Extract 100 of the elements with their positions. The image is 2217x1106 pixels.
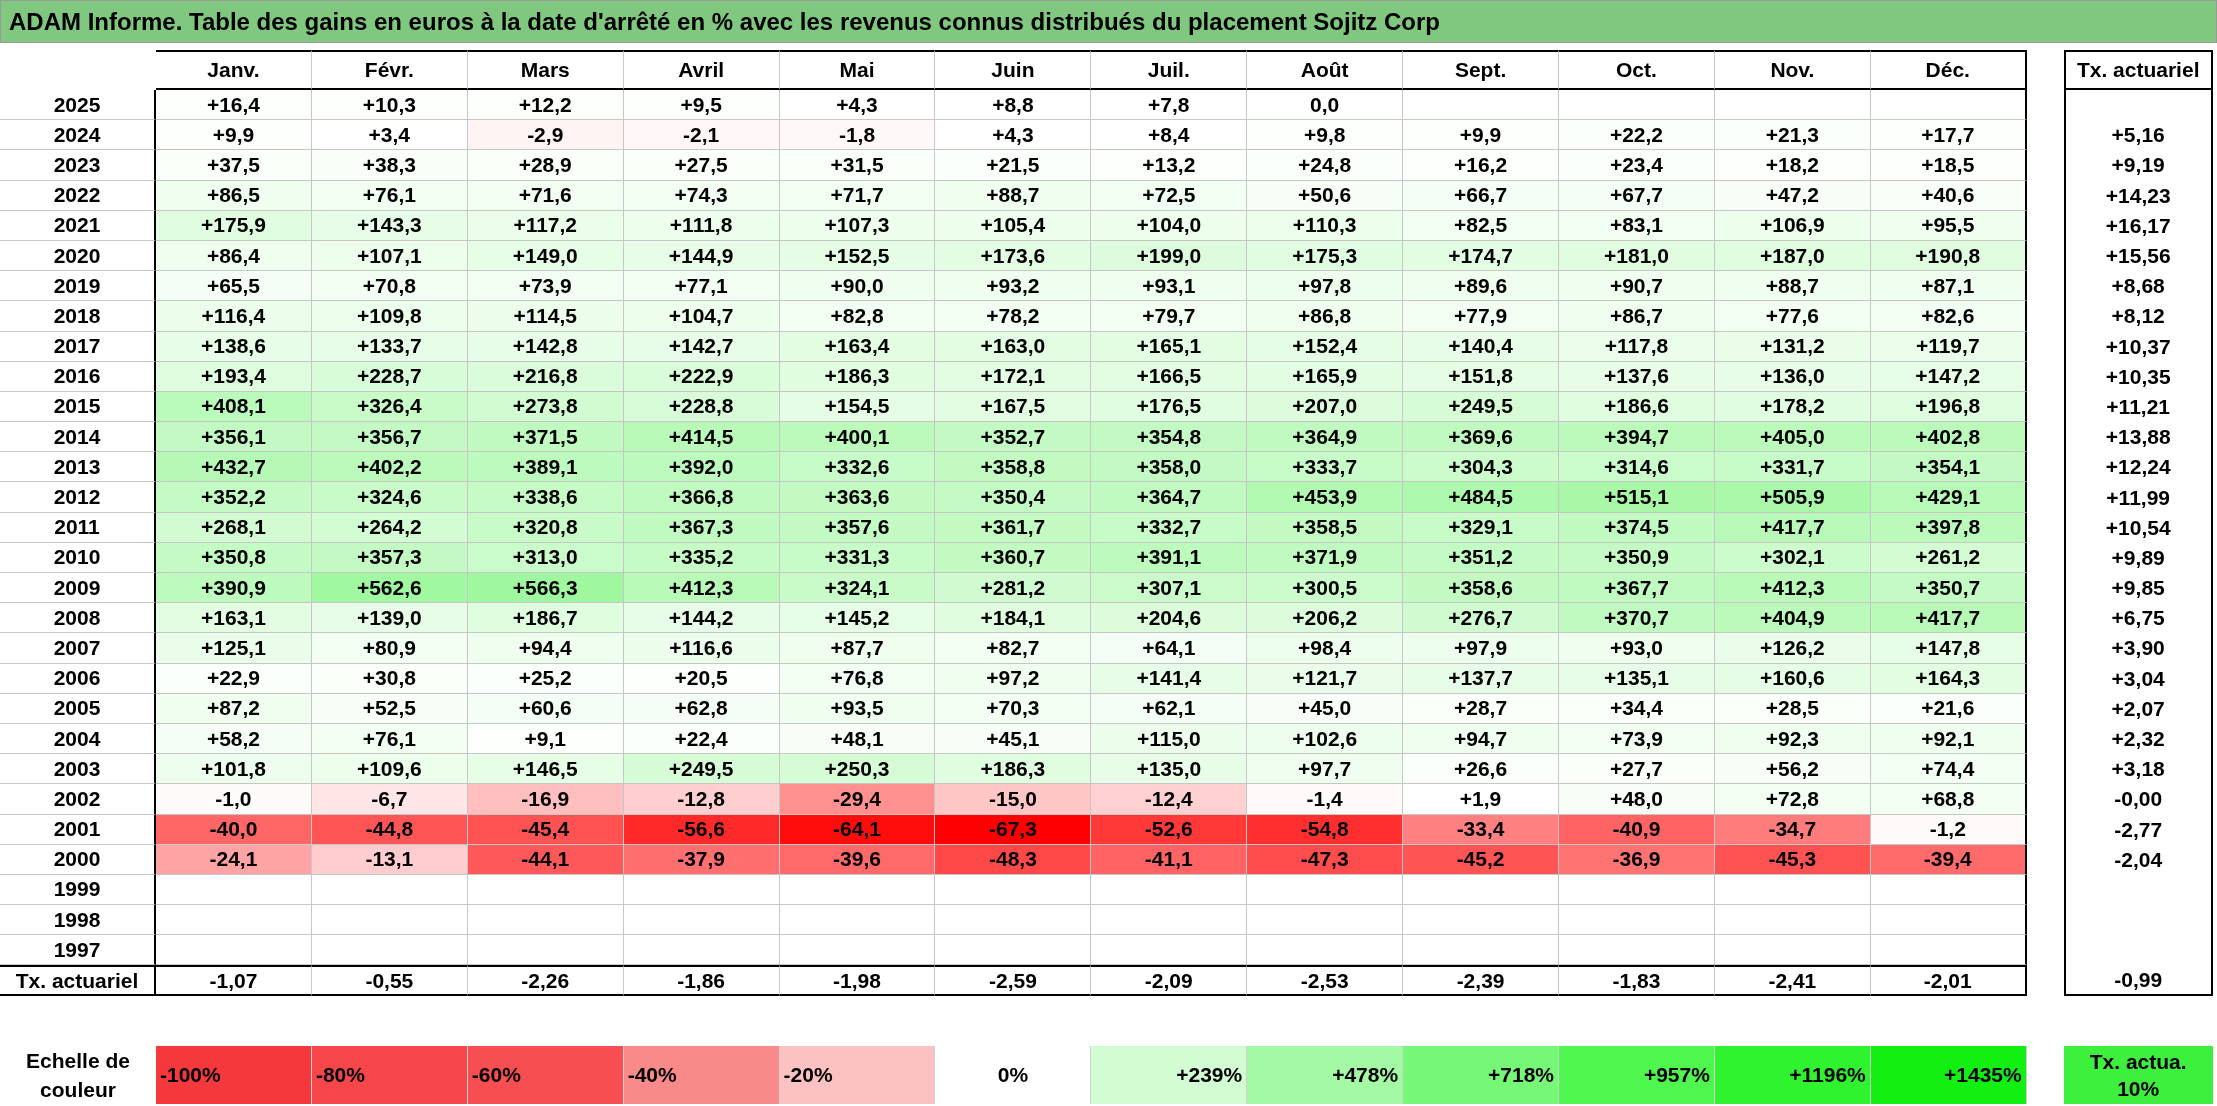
table-cell: -54,8	[1247, 814, 1404, 845]
table-cell: +350,7	[1870, 573, 2027, 604]
table-cell: +83,1	[1559, 210, 1715, 241]
table-cell: +404,9	[1714, 603, 1871, 634]
table-cell: +371,5	[467, 422, 624, 453]
rate-cell: +13,88	[2063, 422, 2213, 453]
table-cell: +139,0	[311, 603, 468, 634]
table-cell: +18,2	[1714, 150, 1871, 181]
scale-cell: -100%	[156, 1045, 312, 1104]
row-header: 1998	[0, 905, 156, 936]
table-cell: +142,8	[467, 331, 624, 362]
table-cell: -37,9	[623, 844, 780, 875]
table-cell: +82,8	[779, 301, 936, 332]
table-cell: -40,9	[1559, 814, 1715, 845]
table-cell: +163,1	[156, 603, 312, 634]
report-title: ADAM Informe. Table des gains en euros à la date d'arrêté en % avec les revenus connus distribués du placement Sojitz Corp	[0, 0, 2217, 43]
table-cell: +358,8	[935, 452, 1092, 483]
table-cell: +86,8	[1247, 301, 1404, 332]
rate-cell: +5,16	[2063, 120, 2213, 151]
table-cell: +86,4	[156, 240, 312, 272]
table-cell: +87,7	[779, 633, 936, 664]
table-cell: +174,7	[1403, 240, 1559, 272]
table-cell: +9,9	[1403, 120, 1559, 151]
table-cell: +48,1	[779, 723, 936, 755]
table-cell: +95,5	[1870, 210, 2027, 241]
table-cell: +351,2	[1403, 542, 1559, 573]
table-cell: -2,41	[1714, 965, 1871, 996]
table-cell: +60,6	[467, 693, 624, 724]
table-cell: +93,0	[1559, 633, 1715, 664]
table-cell: +140,4	[1403, 331, 1559, 362]
table-cell: +146,5	[467, 754, 624, 785]
table-cell: +73,9	[1559, 723, 1715, 755]
table-cell: +356,1	[156, 422, 312, 453]
rate-cell: -2,04	[2063, 844, 2213, 875]
table-cell: +152,4	[1247, 331, 1404, 362]
table-cell: +186,3	[779, 361, 936, 392]
table-cell: -12,8	[623, 784, 780, 815]
column-header: Nov.	[1714, 50, 1871, 90]
scale-cell: -60%	[467, 1045, 624, 1104]
table-cell: +94,4	[467, 633, 624, 664]
table-cell: +144,2	[623, 603, 780, 634]
table-cell: +228,8	[623, 391, 780, 423]
table-cell: +101,8	[156, 754, 312, 785]
table-cell: +28,5	[1714, 693, 1871, 724]
table-cell: +105,4	[935, 210, 1092, 241]
table-cell: +350,4	[935, 482, 1092, 513]
table-cell: +38,3	[311, 150, 468, 181]
table-cell: +190,8	[1870, 240, 2027, 272]
table-cell: +363,6	[779, 482, 936, 513]
table-cell: +71,6	[467, 180, 624, 211]
table-cell: +333,7	[1247, 452, 1404, 483]
scale-cell: -40%	[623, 1045, 780, 1104]
table-cell: +187,0	[1714, 240, 1871, 272]
table-cell: +370,7	[1559, 603, 1715, 634]
table-cell: +116,4	[156, 301, 312, 332]
table-cell: +358,6	[1403, 573, 1559, 604]
table-cell: +107,1	[311, 240, 468, 272]
scale-cell: +1196%	[1714, 1045, 1871, 1104]
table-cell: +31,5	[779, 150, 936, 181]
table-cell: +93,5	[779, 693, 936, 724]
column-header: Tx. actuariel	[2063, 50, 2213, 90]
rate-cell: +3,90	[2063, 633, 2213, 664]
table-cell: +276,7	[1403, 603, 1559, 634]
table-cell: +58,2	[156, 723, 312, 755]
table-cell: +21,5	[935, 150, 1092, 181]
column-header: Oct.	[1559, 50, 1715, 90]
table-cell: +324,6	[311, 482, 468, 513]
table-cell: +175,9	[156, 210, 312, 241]
table-cell: +16,2	[1403, 150, 1559, 181]
table-cell: -45,3	[1714, 844, 1871, 875]
table-cell: +87,2	[156, 693, 312, 724]
table-cell: -1,98	[779, 965, 936, 996]
table-cell: +147,8	[1870, 633, 2027, 664]
table-cell: +8,8	[935, 90, 1092, 121]
column-header: Sept.	[1403, 50, 1559, 90]
table-cell: +361,7	[935, 512, 1092, 543]
table-cell: +281,2	[935, 573, 1092, 604]
table-cell: +13,2	[1091, 150, 1248, 181]
table-cell: +62,8	[623, 693, 780, 724]
table-cell: -41,1	[1091, 844, 1248, 875]
table-cell: +107,3	[779, 210, 936, 241]
table-cell: +104,7	[623, 301, 780, 332]
rate-cell: +3,04	[2063, 663, 2213, 694]
table-cell: +119,7	[1870, 331, 2027, 362]
table-cell: -1,07	[156, 965, 312, 996]
table-cell: +64,1	[1091, 633, 1248, 664]
table-cell: +82,7	[935, 633, 1092, 664]
table-cell: +76,1	[311, 180, 468, 211]
column-header: Déc.	[1870, 50, 2027, 90]
table-cell: +92,3	[1714, 723, 1871, 755]
table-cell: +261,2	[1870, 542, 2027, 573]
rate-cell: +16,17	[2063, 210, 2213, 241]
table-cell: +37,5	[156, 150, 312, 181]
table-cell: +152,5	[779, 240, 936, 272]
table-cell: +137,6	[1559, 361, 1715, 392]
table-cell: +331,7	[1714, 452, 1871, 483]
table-cell: +300,5	[1247, 573, 1404, 604]
table-cell: +24,8	[1247, 150, 1404, 181]
table-cell: +389,1	[467, 452, 624, 483]
table-cell: -1,4	[1247, 784, 1404, 815]
